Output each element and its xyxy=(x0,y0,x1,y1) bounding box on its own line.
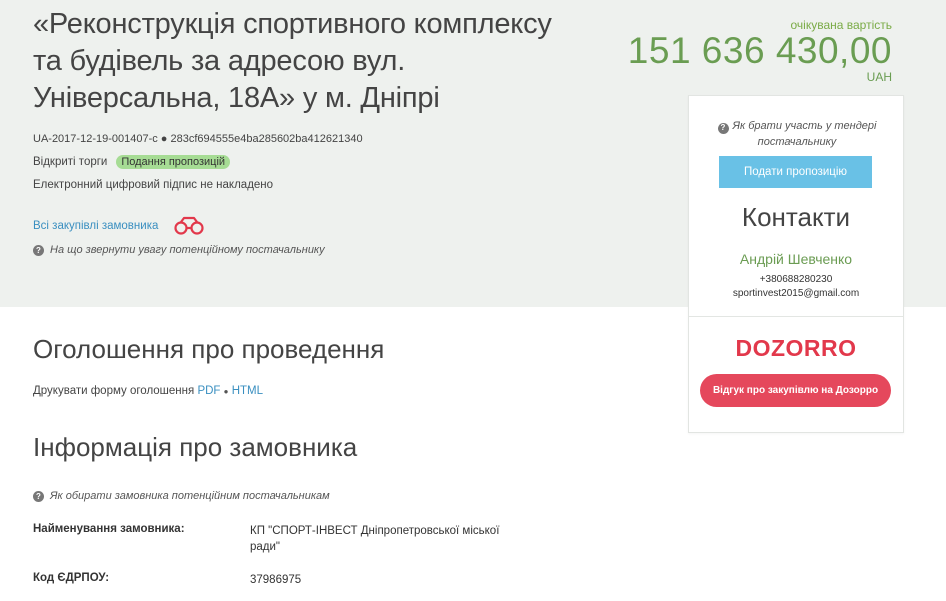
print-separator: ● xyxy=(223,387,229,396)
edrpou-label: Код ЄДРПОУ: xyxy=(33,572,110,584)
tender-id: UA-2017-12-19-001407-c ● 283cf694555e4ba… xyxy=(33,133,363,145)
print-form-label: Друкувати форму оголошення xyxy=(33,385,195,397)
dozorro-review-button[interactable]: Відгук про закупівлю на Дозорро xyxy=(700,374,891,407)
question-circle-icon: ? xyxy=(33,244,44,256)
signature-status: Електронний цифровий підпис не накладено xyxy=(33,179,274,191)
customer-info-title: Інформація про замовника xyxy=(33,432,358,462)
print-form-line: Друкувати форму оголошення PDF ● HTML xyxy=(33,385,263,397)
announcement-title: Оголошення про проведення xyxy=(33,334,385,364)
procedure-row: Відкриті торги Подання пропозицій xyxy=(33,155,231,169)
supplier-hint[interactable]: ? На що звернути увагу потенційному пост… xyxy=(33,244,325,256)
edrpou-value: 37986975 xyxy=(250,574,302,586)
contact-phone: +380688280230 xyxy=(759,274,833,285)
all-purchases-row: Всі закупівлі замовника xyxy=(33,216,206,236)
question-circle-icon: ? xyxy=(717,122,729,134)
card-divider xyxy=(689,316,903,317)
dozorro-logo: DOZORRO xyxy=(735,335,857,361)
print-html-link[interactable]: HTML xyxy=(232,385,263,397)
print-pdf-link[interactable]: PDF xyxy=(197,385,220,397)
customer-name-label: Найменування замовника: xyxy=(33,523,185,535)
customer-hint-text: Як обирати замовника потенційним постача… xyxy=(50,490,330,502)
supplier-hint-text: На що звернути увагу потенційному постач… xyxy=(50,244,325,256)
contact-email: sportinvest2015@gmail.com xyxy=(732,288,860,299)
contact-name: Андрій Шевченко xyxy=(739,251,853,267)
binoculars-icon[interactable] xyxy=(172,216,206,236)
status-badge: Подання пропозицій xyxy=(116,155,231,169)
price-value: 151 636 430,00 xyxy=(627,30,892,71)
question-circle-icon: ? xyxy=(33,490,44,502)
participation-hint[interactable]: ? Як брати участь у тендері постачальнику xyxy=(701,118,893,150)
procedure-type: Відкриті торги xyxy=(33,156,108,168)
submit-proposal-button[interactable]: Подати пропозицію xyxy=(719,156,872,188)
customer-hint[interactable]: ? Як обирати замовника потенційним поста… xyxy=(33,490,330,502)
contacts-title: Контакти xyxy=(741,202,851,232)
tender-title: «Реконструкція спортивного комплексу та … xyxy=(33,8,552,114)
price-currency: UAH xyxy=(866,70,892,84)
participation-hint-text: Як брати участь у тендері постачальнику xyxy=(732,120,877,148)
all-purchases-link[interactable]: Всі закупівлі замовника xyxy=(33,220,158,232)
customer-name-value: КП "СПОРТ-ІНВЕСТ Дніпропетровської міськ… xyxy=(250,525,500,553)
participation-card: ? Як брати участь у тендері постачальнику… xyxy=(688,95,904,433)
